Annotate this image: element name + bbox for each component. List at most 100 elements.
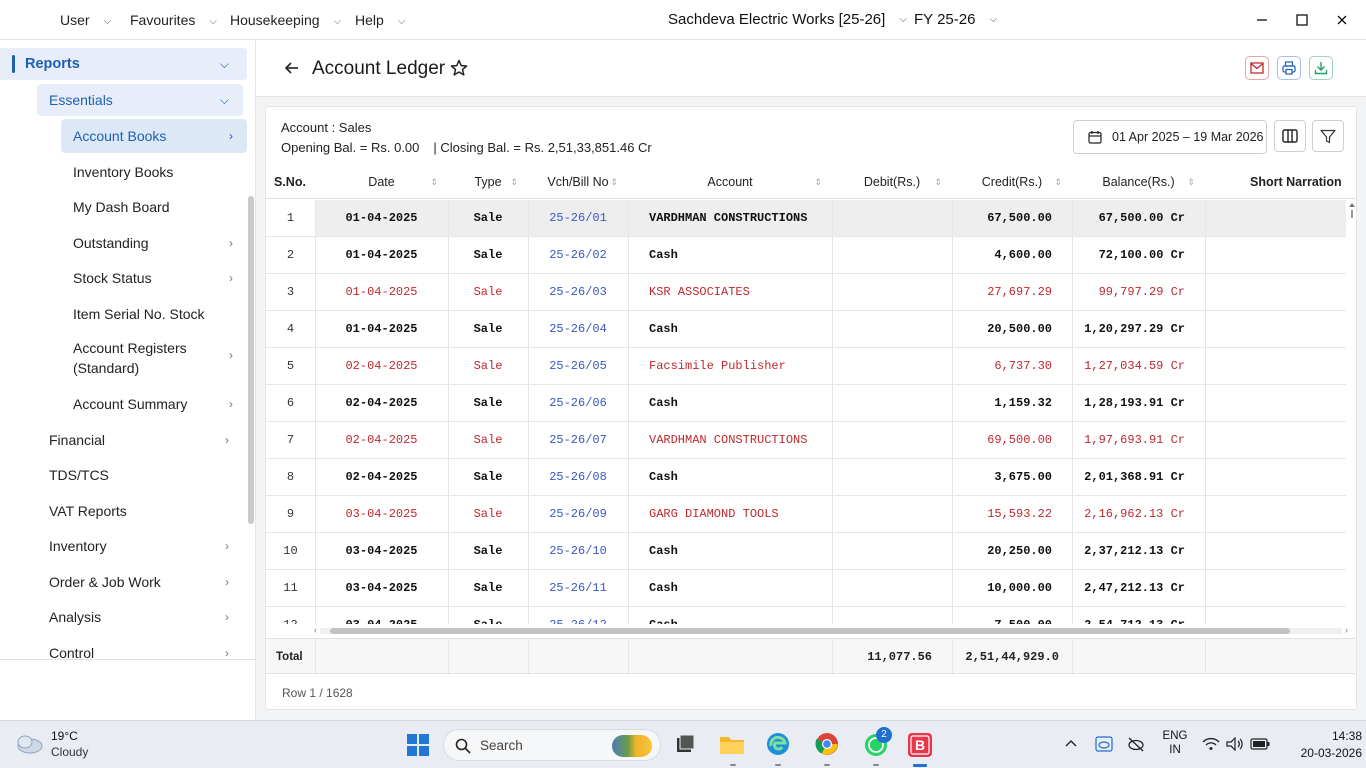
print-button[interactable]: [1277, 56, 1301, 80]
menu-housekeeping[interactable]: Housekeeping ⌵: [230, 12, 341, 28]
cell-vch[interactable]: 25-26/05: [528, 348, 628, 384]
table-row[interactable]: 6 02-04-2025 Sale 25-26/06 Cash 1,159.32 1,28,…: [266, 385, 1346, 422]
sidebar-group-vat-reports[interactable]: VAT Reports: [49, 501, 229, 521]
sidebar-item-account-books[interactable]: Account Books ›: [61, 119, 247, 153]
sidebar-item-account-summary[interactable]: Account Summary ›: [73, 394, 233, 414]
sidebar-item-item-serial-stock[interactable]: Item Serial No. Stock: [73, 304, 233, 324]
cell-vch[interactable]: 25-26/12: [528, 607, 628, 624]
sidebar-reports-label: Reports: [25, 56, 80, 72]
table-row[interactable]: 7 02-04-2025 Sale 25-26/07 VARDHMAN CONSTRUC…: [266, 422, 1346, 459]
col-debit[interactable]: Debit(Rs.) ⇕: [832, 175, 952, 189]
sidebar-group-order-job-work[interactable]: Order & Job Work ›: [49, 572, 229, 592]
onedrive-button[interactable]: [1095, 735, 1113, 753]
email-button[interactable]: [1245, 56, 1269, 80]
table-row[interactable]: 1203-04-2025Sale25-26/12 Cash 7,500.00 2,54…: [266, 607, 1346, 624]
fy-selector[interactable]: FY 25-26 ⌵: [914, 11, 997, 28]
sidebar-item-stock-status[interactable]: Stock Status ›: [73, 268, 233, 288]
weather-condition[interactable]: Cloudy: [51, 745, 88, 759]
busy-app-button[interactable]: B: [907, 732, 933, 758]
cell-vch[interactable]: 25-26/11: [528, 570, 628, 606]
cell-vch[interactable]: 25-26/09: [528, 496, 628, 532]
sidebar-group-control[interactable]: Control ›: [49, 643, 229, 660]
col-vch-label: Vch/Bill No: [547, 175, 609, 189]
whatsapp-button[interactable]: 2: [863, 727, 892, 758]
sidebar-item-inventory-books[interactable]: Inventory Books: [73, 162, 233, 182]
menu-favourites[interactable]: Favourites ⌵: [130, 12, 217, 28]
sidebar-scrollbar[interactable]: [248, 196, 254, 524]
table-row[interactable]: 8 02-04-2025 Sale 25-26/08 Cash 3,675.00 2,01,…: [266, 459, 1346, 496]
cell-date: 02-04-2025: [345, 359, 418, 373]
vpn-button[interactable]: [1127, 735, 1145, 753]
input-language[interactable]: ENG IN: [1162, 730, 1188, 756]
download-button[interactable]: [1309, 56, 1333, 80]
company-selector[interactable]: Sachdeva Electric Works [25-26] ⌵: [668, 11, 907, 28]
task-view-button[interactable]: [674, 733, 696, 755]
cell-vch[interactable]: 25-26/01: [528, 200, 628, 236]
cell-vch[interactable]: 25-26/02: [528, 237, 628, 273]
sidebar-item-label: Inventory: [49, 538, 107, 554]
col-account[interactable]: Account ⇕: [628, 175, 832, 189]
weather-temp[interactable]: 19°C: [51, 729, 78, 743]
cell-vch[interactable]: 25-26/04: [528, 311, 628, 347]
table-row[interactable]: 5 02-04-2025 Sale 25-26/05 Facsimile Publish…: [266, 348, 1346, 385]
table-horizontal-scrollbar[interactable]: ‹ ›: [314, 625, 1348, 635]
file-explorer-button[interactable]: [719, 732, 745, 756]
sidebar-item-my-dash-board[interactable]: My Dash Board: [73, 197, 233, 217]
sidebar-group-analysis[interactable]: Analysis ›: [49, 607, 229, 627]
sidebar-item-outstanding[interactable]: Outstanding ›: [73, 233, 233, 253]
battery-button[interactable]: [1250, 735, 1270, 753]
column-chooser-button[interactable]: [1274, 120, 1306, 152]
table-vertical-scrollbar[interactable]: [1348, 200, 1356, 624]
sidebar-item-account-registers[interactable]: Account Registers (Standard) ›: [73, 338, 233, 378]
menu-help[interactable]: Help ⌵: [355, 12, 405, 28]
table-row[interactable]: 10 03-04-2025 Sale 25-26/10 Cash 20,250.00 2,3…: [266, 533, 1346, 570]
date-range-picker[interactable]: 01 Apr 2025 – 19 Mar 2026: [1073, 120, 1267, 154]
search-icon: [455, 738, 471, 754]
table-row[interactable]: 9 03-04-2025 Sale 25-26/09 GARG DIAMOND TOOL…: [266, 496, 1346, 533]
col-date[interactable]: Date ⇕: [315, 175, 448, 189]
cell-vch[interactable]: 25-26/10: [528, 533, 628, 569]
cell-sno: 3: [286, 285, 295, 299]
filter-button[interactable]: [1312, 120, 1344, 152]
weather-icon[interactable]: [14, 731, 44, 757]
sidebar-group-inventory[interactable]: Inventory ›: [49, 536, 229, 556]
col-vch[interactable]: Vch/Bill No ⇕: [528, 175, 628, 189]
cell-vch[interactable]: 25-26/06: [528, 385, 628, 421]
col-balance[interactable]: Balance(Rs.) ⇕: [1072, 175, 1205, 189]
sidebar-reports[interactable]: Reports ⌵: [0, 48, 247, 80]
close-button[interactable]: [1332, 10, 1352, 30]
cell-vch[interactable]: 25-26/03: [528, 274, 628, 310]
chrome-button[interactable]: [815, 732, 839, 756]
taskbar-search[interactable]: Search: [443, 729, 661, 761]
sidebar-essentials[interactable]: Essentials ⌵: [37, 84, 243, 116]
volume-button[interactable]: [1226, 735, 1244, 753]
table-row[interactable]: 1 01-04-2025 Sale 25-26/01 VARDHMAN CONSTRUC…: [266, 200, 1346, 237]
chevron-right-icon: ›: [229, 236, 233, 250]
menu-user[interactable]: User ⌵: [60, 12, 111, 28]
back-button[interactable]: [284, 60, 300, 81]
cell-vch[interactable]: 25-26/07: [528, 422, 628, 458]
horizontal-scroll-thumb[interactable]: [330, 628, 1290, 634]
col-type[interactable]: Type ⇕: [448, 175, 528, 189]
chrome-icon: [815, 733, 838, 755]
minimize-button[interactable]: [1252, 10, 1272, 30]
table-row[interactable]: 3 01-04-2025 Sale 25-26/03 KSR ASSOCIATES 27,…: [266, 274, 1346, 311]
col-narration[interactable]: Short Narration: [1250, 175, 1342, 189]
col-credit[interactable]: Credit(Rs.) ⇕: [952, 175, 1072, 189]
cell-date: 03-04-2025: [345, 544, 418, 558]
sidebar-group-tds-tcs[interactable]: TDS/TCS: [49, 465, 229, 485]
sidebar-group-financial[interactable]: Financial ›: [49, 430, 229, 450]
favourite-star-button[interactable]: [450, 59, 468, 82]
cell-vch[interactable]: 25-26/08: [528, 459, 628, 495]
maximize-button[interactable]: [1292, 10, 1312, 30]
table-row[interactable]: 11 03-04-2025 Sale 25-26/11 Cash 10,000.00 2,4…: [266, 570, 1346, 607]
table-row[interactable]: 4 01-04-2025 Sale 25-26/04 Cash 20,500.00 1,20…: [266, 311, 1346, 348]
edge-button[interactable]: [766, 732, 790, 756]
clock[interactable]: 14:38 20-03-2026: [1300, 729, 1362, 760]
wifi-button[interactable]: [1202, 735, 1220, 753]
tray-overflow-button[interactable]: [1063, 735, 1079, 751]
table-row[interactable]: 2 01-04-2025 Sale 25-26/02 Cash 4,600.00 72,10…: [266, 237, 1346, 274]
cloud-icon: [17, 735, 43, 754]
start-button[interactable]: [406, 733, 430, 757]
col-sno[interactable]: S.No.: [274, 175, 306, 189]
